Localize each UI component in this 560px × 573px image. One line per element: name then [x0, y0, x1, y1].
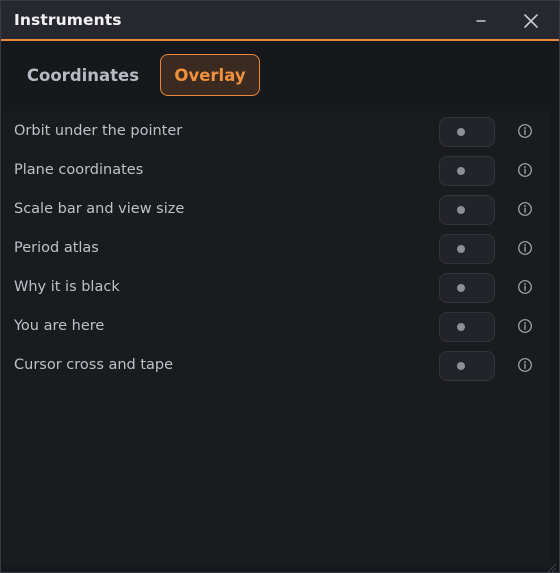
setting-row-plane-coordinates: Plane coordinates: [2, 153, 550, 192]
setting-label: Cursor cross and tape: [14, 357, 174, 373]
toggle-knob: [457, 167, 465, 175]
minimize-button[interactable]: [468, 7, 494, 33]
close-icon: [524, 14, 538, 28]
instruments-window: Instruments Coordinates Overlay Orbit un…: [0, 0, 560, 573]
orbit-under-pointer-toggle[interactable]: [439, 117, 495, 147]
setting-row-you-are-here: You are here: [2, 309, 550, 348]
why-it-is-black-toggle[interactable]: [439, 273, 495, 303]
info-icon[interactable]: [517, 162, 533, 178]
info-icon[interactable]: [517, 240, 533, 256]
toggle-knob: [457, 128, 465, 136]
setting-row-why-it-is-black: Why it is black: [2, 270, 550, 309]
setting-row-cursor-cross: Cursor cross and tape: [2, 348, 550, 387]
cursor-cross-toggle[interactable]: [439, 351, 495, 381]
toggle-knob: [457, 245, 465, 253]
resize-grip-icon: [547, 563, 557, 572]
toggle-knob: [457, 284, 465, 292]
window-title: Instruments: [14, 11, 122, 29]
toggle-knob: [457, 362, 465, 370]
period-atlas-toggle[interactable]: [439, 234, 495, 264]
info-icon[interactable]: [517, 201, 533, 217]
toggle-knob: [457, 323, 465, 331]
tab-bar: Coordinates Overlay: [1, 54, 559, 98]
info-icon[interactable]: [517, 123, 533, 139]
setting-label: You are here: [14, 318, 105, 334]
setting-label: Plane coordinates: [14, 162, 144, 178]
info-icon[interactable]: [517, 357, 533, 373]
scale-bar-toggle[interactable]: [439, 195, 495, 225]
close-button[interactable]: [518, 7, 544, 33]
setting-label: Why it is black: [14, 279, 120, 295]
you-are-here-toggle[interactable]: [439, 312, 495, 342]
minimize-icon: [476, 20, 486, 22]
setting-row-period-atlas: Period atlas: [2, 231, 550, 270]
title-bar[interactable]: Instruments: [1, 1, 559, 41]
setting-row-scale-bar: Scale bar and view size: [2, 192, 550, 231]
toggle-knob: [457, 206, 465, 214]
info-icon[interactable]: [517, 279, 533, 295]
tab-coordinates[interactable]: Coordinates: [19, 54, 147, 96]
setting-label: Orbit under the pointer: [14, 123, 183, 139]
plane-coordinates-toggle[interactable]: [439, 156, 495, 186]
overlay-panel: Orbit under the pointer Plane coordinate…: [2, 111, 550, 566]
tab-overlay[interactable]: Overlay: [160, 54, 260, 96]
setting-label: Scale bar and view size: [14, 201, 185, 217]
setting-label: Period atlas: [14, 240, 99, 256]
setting-row-orbit-under-pointer: Orbit under the pointer: [2, 114, 550, 153]
resize-grip[interactable]: [545, 558, 557, 572]
info-icon[interactable]: [517, 318, 533, 334]
